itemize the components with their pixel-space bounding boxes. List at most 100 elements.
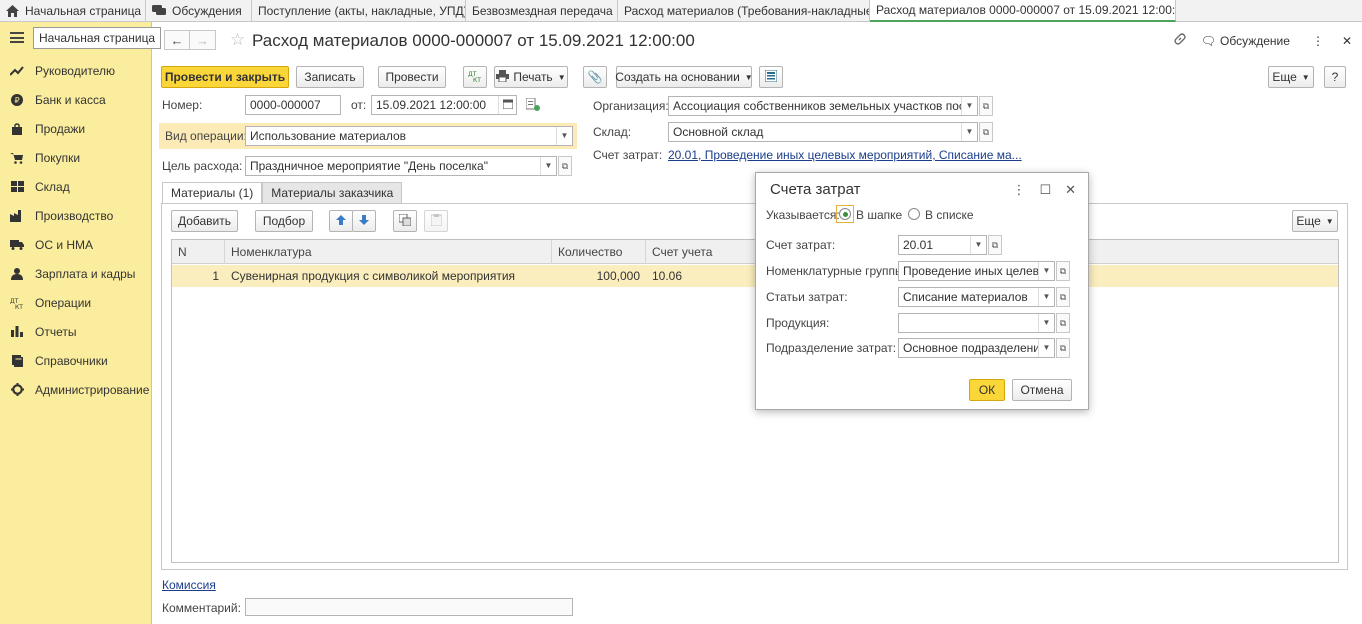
calendar-icon[interactable]: [498, 96, 516, 114]
more-options-icon[interactable]: ⋮: [1312, 34, 1324, 48]
more-button[interactable]: Еще ▼: [1268, 66, 1314, 88]
copy-button[interactable]: [393, 210, 417, 232]
operation-select[interactable]: Использование материалов ▼: [245, 126, 573, 146]
menu-icon[interactable]: [10, 32, 24, 43]
column-header-n[interactable]: N: [172, 240, 225, 264]
save-button[interactable]: Записать: [296, 66, 364, 88]
move-down-button[interactable]: [352, 210, 376, 232]
sidebar-item-operations[interactable]: ДТ КТ Операции: [0, 288, 152, 317]
chevron-down-icon[interactable]: ▼: [961, 97, 977, 115]
tab-materials[interactable]: Материалы (1): [162, 182, 263, 204]
open-icon[interactable]: ⧉: [1056, 261, 1070, 281]
open-icon[interactable]: ⧉: [1056, 313, 1070, 333]
chevron-down-icon[interactable]: ▼: [970, 236, 986, 254]
sidebar-item-bank[interactable]: ₽ Банк и касса: [0, 85, 152, 114]
back-arrow-icon[interactable]: ←: [164, 30, 190, 50]
chevron-down-icon[interactable]: ▼: [1038, 339, 1054, 357]
organization-value: Ассоциация собственников земельных участ…: [673, 99, 978, 113]
pick-button[interactable]: Подбор: [255, 210, 313, 232]
chevron-down-icon[interactable]: ▼: [961, 123, 977, 141]
radio-header[interactable]: [839, 208, 851, 220]
chevron-down-icon[interactable]: ▼: [556, 127, 572, 145]
product-select[interactable]: ▼: [898, 313, 1055, 333]
sidebar-item-production[interactable]: Производство: [0, 201, 152, 230]
sidebar-item-sales[interactable]: Продажи: [0, 114, 152, 143]
chevron-down-icon[interactable]: ▼: [1038, 262, 1054, 280]
paste-button[interactable]: [424, 210, 448, 232]
copy-icon: [398, 213, 412, 229]
open-icon[interactable]: ⧉: [979, 96, 993, 116]
discussion-button[interactable]: 🗨 Обсуждение: [1201, 34, 1290, 48]
sidebar-item-salary[interactable]: Зарплата и кадры: [0, 259, 152, 288]
column-header-qty[interactable]: Количество: [552, 240, 646, 264]
create-based-on-button[interactable]: Создать на основании ▼: [615, 66, 753, 88]
commission-link[interactable]: Комиссия: [162, 578, 216, 592]
print-label: Печать: [513, 70, 553, 84]
tab-home[interactable]: Начальная страница: [0, 0, 146, 22]
tab-free-transfer[interactable]: Безвозмездная передача ✕: [466, 0, 618, 22]
open-icon[interactable]: ⧉: [1056, 287, 1070, 307]
open-icon[interactable]: ⧉: [988, 235, 1002, 255]
warehouse-select[interactable]: Основной склад ▼: [668, 122, 978, 142]
sidebar-item-label: Операции: [35, 295, 92, 310]
chevron-down-icon: ▼: [557, 72, 566, 82]
tab-current-document[interactable]: Расход материалов 0000-000007 от 15.09.2…: [870, 0, 1176, 22]
dt-kt-button[interactable]: ДТ КТ: [463, 66, 487, 88]
chevron-down-icon[interactable]: ▼: [540, 157, 556, 175]
move-up-button[interactable]: [329, 210, 353, 232]
link-icon[interactable]: [1173, 32, 1187, 49]
ok-button[interactable]: ОК: [969, 379, 1005, 401]
nomen-groups-select[interactable]: Проведение иных целевых мероприятий ▼: [898, 261, 1055, 281]
cost-account-link[interactable]: 20.01, Проведение иных целевых мероприят…: [668, 148, 1022, 162]
forward-arrow-icon[interactable]: →: [190, 30, 216, 50]
chevron-down-icon[interactable]: ▼: [1038, 314, 1054, 332]
close-icon[interactable]: ✕: [1342, 34, 1352, 48]
post-button[interactable]: Провести: [378, 66, 446, 88]
chevron-down-icon: ▼: [1325, 216, 1334, 226]
sidebar-item-reports[interactable]: Отчеты: [0, 317, 152, 346]
number-field[interactable]: 0000-000007: [245, 95, 341, 115]
open-icon[interactable]: ⧉: [1056, 338, 1070, 358]
truck-icon: [10, 238, 24, 252]
status-doc-icon[interactable]: [525, 97, 540, 114]
tab-customer-materials[interactable]: Материалы заказчика: [262, 182, 403, 204]
clipboard-icon: [430, 213, 442, 229]
report-button[interactable]: [759, 66, 783, 88]
sidebar-item-fixed-assets[interactable]: ОС и НМА: [0, 230, 152, 259]
help-button[interactable]: ?: [1324, 66, 1346, 88]
open-icon[interactable]: ⧉: [558, 156, 572, 176]
open-icon[interactable]: ⧉: [979, 122, 993, 142]
close-icon[interactable]: ✕: [1065, 182, 1076, 198]
add-button[interactable]: Добавить: [171, 210, 238, 232]
organization-select[interactable]: Ассоциация собственников земельных участ…: [668, 96, 978, 116]
sidebar-item-warehouse[interactable]: Склад: [0, 172, 152, 201]
table-more-button[interactable]: Еще ▼: [1292, 210, 1338, 232]
tab-receipts[interactable]: Поступление (акты, накладные, УПД) ✕: [252, 0, 466, 22]
discussion-label: Обсуждение: [1220, 33, 1290, 48]
star-icon[interactable]: ☆: [230, 30, 245, 50]
more-options-icon[interactable]: ⋮: [1012, 182, 1025, 198]
sidebar-item-manager[interactable]: Руководителю: [0, 56, 152, 85]
sidebar-item-administration[interactable]: Администрирование: [0, 375, 152, 404]
dialog-controls: ⋮ ☐ ✕: [998, 182, 1076, 198]
tab-discussions[interactable]: Обсуждения: [146, 0, 252, 22]
date-field[interactable]: 15.09.2021 12:00:00: [371, 95, 517, 115]
radio-list[interactable]: [908, 208, 920, 220]
division-select[interactable]: Основное подразделение ▼: [898, 338, 1055, 358]
sidebar-item-directories[interactable]: Справочники: [0, 346, 152, 375]
attach-button[interactable]: 📎: [583, 66, 607, 88]
comment-field[interactable]: [245, 598, 573, 616]
column-header-item[interactable]: Номенклатура: [225, 240, 552, 264]
maximize-icon[interactable]: ☐: [1039, 182, 1051, 198]
cost-items-select[interactable]: Списание материалов ▼: [898, 287, 1055, 307]
sidebar-item-purchases[interactable]: Покупки: [0, 143, 152, 172]
cancel-button[interactable]: Отмена: [1012, 379, 1072, 401]
chevron-down-icon[interactable]: ▼: [1038, 288, 1054, 306]
page-title: Расход материалов 0000-000007 от 15.09.2…: [252, 31, 695, 50]
tab-material-consumption-list[interactable]: Расход материалов (Требования-накладные)…: [618, 0, 870, 22]
print-button[interactable]: Печать ▼: [494, 66, 568, 88]
purpose-value: Праздничное мероприятие "День поселка": [250, 159, 488, 173]
dialog-account-select[interactable]: 20.01 ▼: [898, 235, 987, 255]
purpose-select[interactable]: Праздничное мероприятие "День поселка" ▼: [245, 156, 557, 176]
post-and-close-button[interactable]: Провести и закрыть: [161, 66, 289, 88]
